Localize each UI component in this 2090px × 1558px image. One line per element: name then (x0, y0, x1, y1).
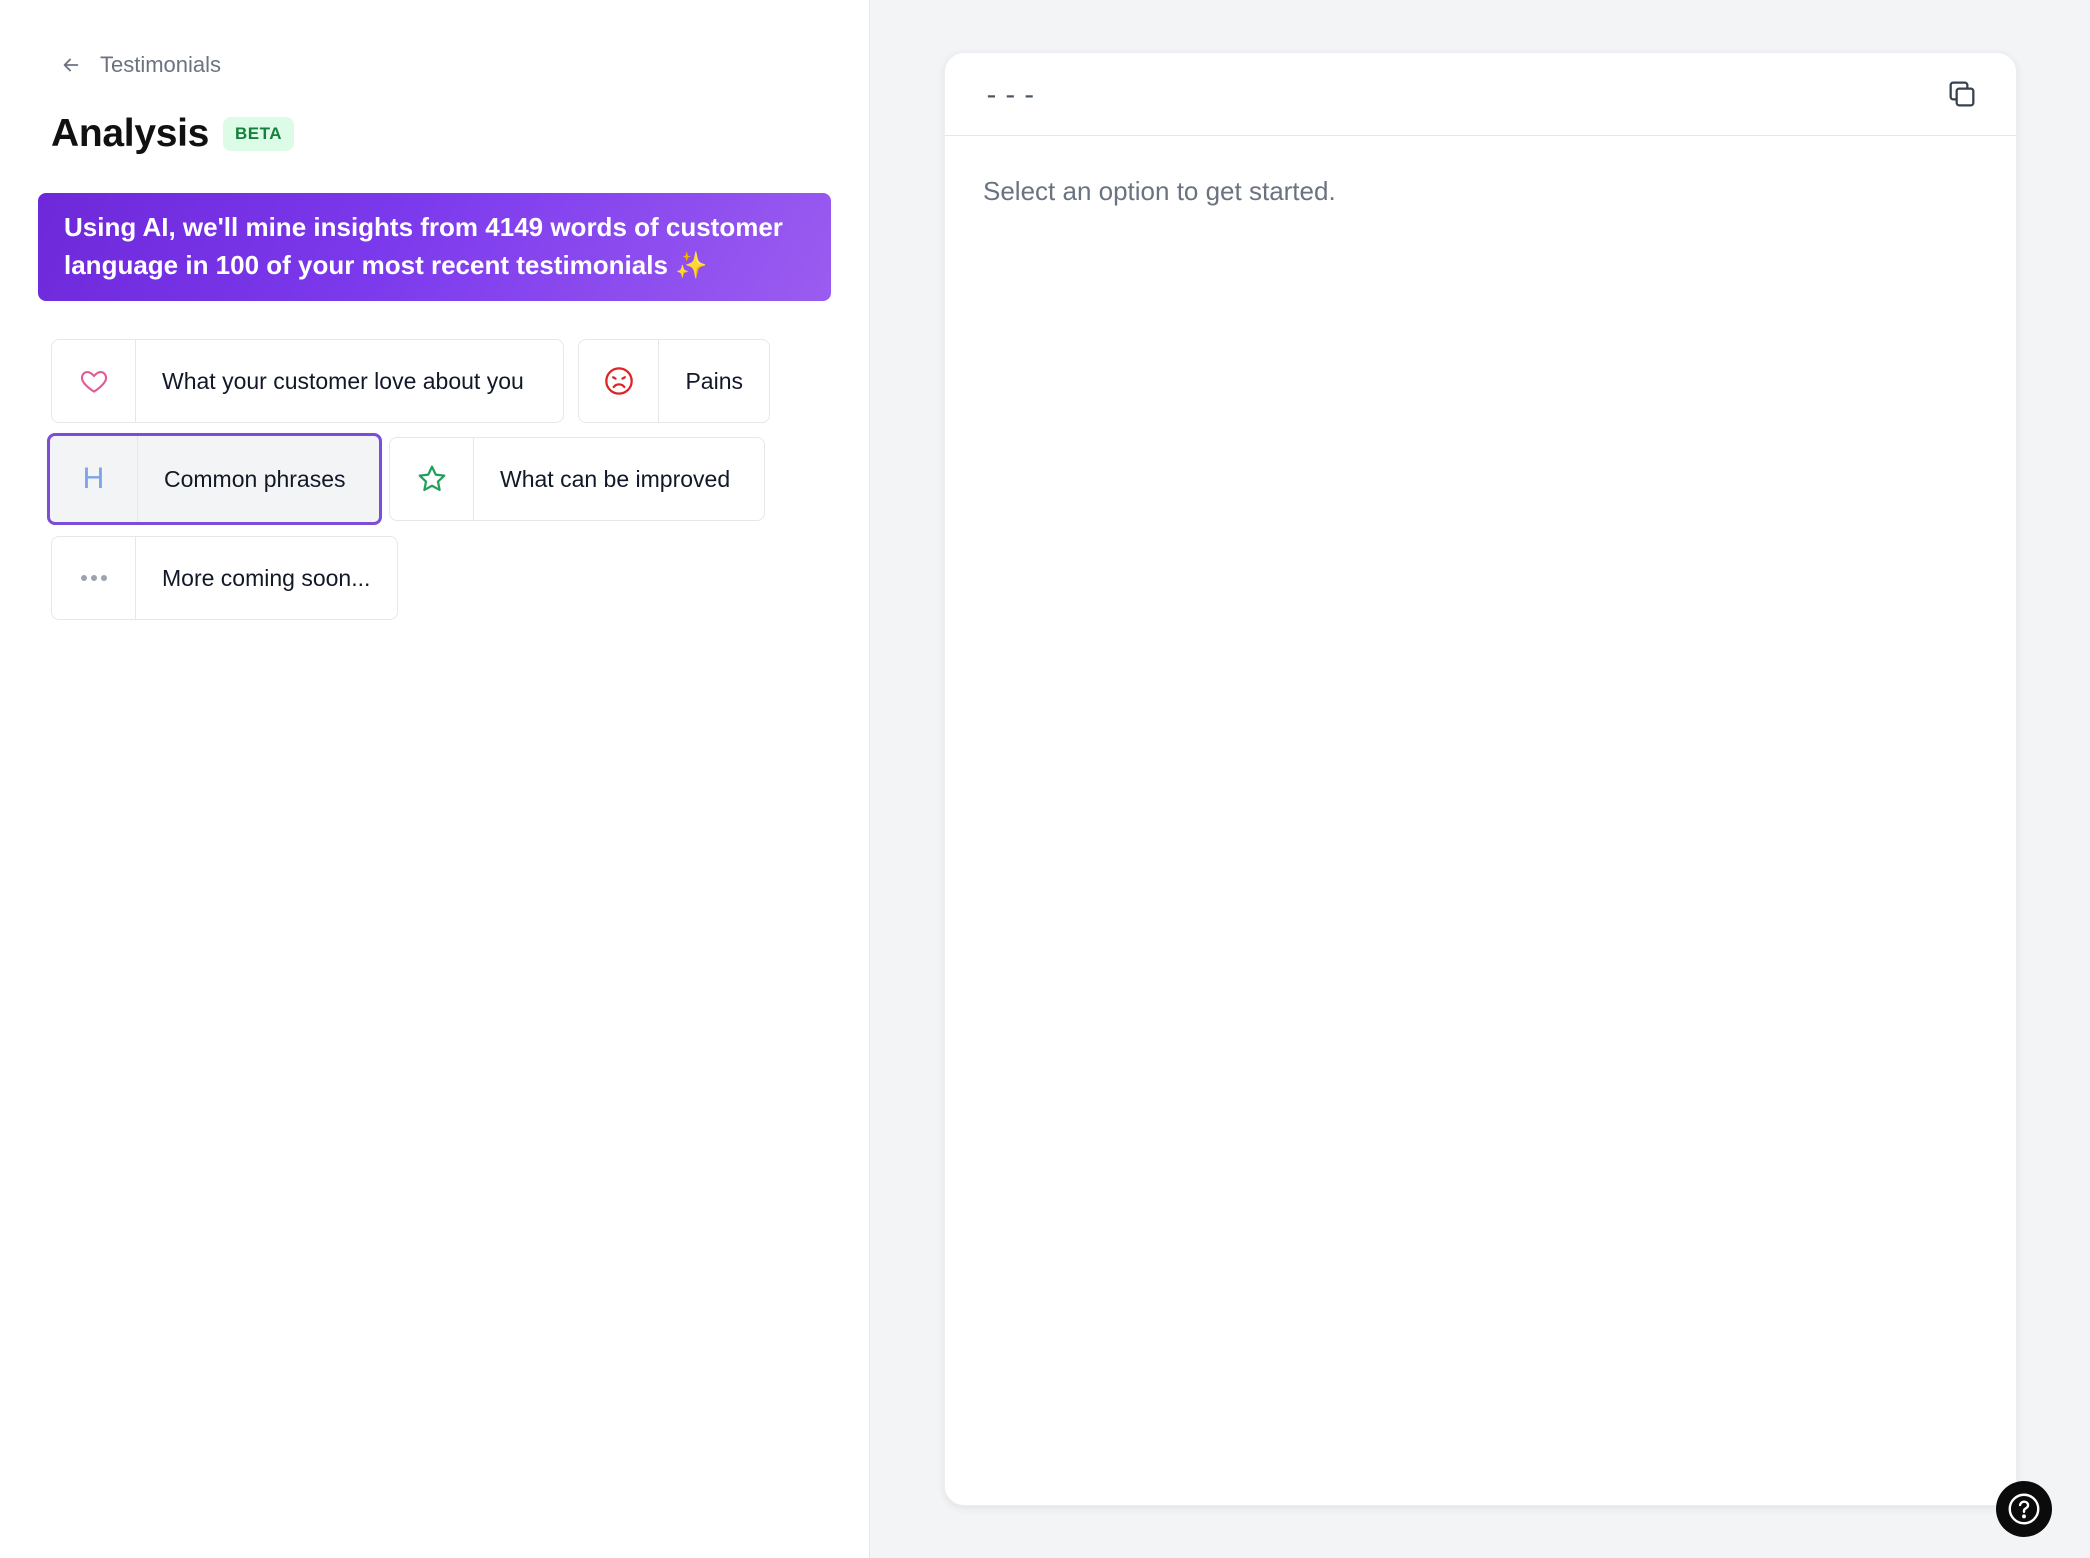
copy-icon (1949, 81, 1975, 107)
result-card-header: --- (945, 53, 2016, 136)
option-phrases-label: Common phrases (164, 465, 346, 492)
option-pains-label: Pains (685, 367, 743, 394)
option-more-label: More coming soon... (162, 564, 371, 591)
beta-badge: BETA (223, 117, 295, 151)
option-love-label: What your customer love about you (162, 367, 524, 394)
frown-icon (604, 367, 633, 395)
option-improve[interactable]: What can be improved (389, 437, 765, 521)
option-improve-icon-cell (390, 438, 474, 520)
back-link-label: Testimonials (100, 52, 222, 77)
star-icon (418, 465, 445, 492)
option-love-icon-cell (52, 340, 136, 422)
arrow-left-icon (63, 58, 79, 72)
option-common-phrases[interactable]: H Common phrases (47, 433, 382, 525)
back-link[interactable]: Testimonials (60, 52, 221, 78)
ai-banner: Using AI, we'll mine insights from 4149 … (38, 193, 831, 301)
option-more[interactable]: More coming soon... (51, 536, 398, 620)
page-title: Analysis (51, 112, 210, 155)
title-row: Analysis BETA (51, 112, 295, 156)
option-love[interactable]: What your customer love about you (51, 339, 564, 423)
help-icon (2008, 1493, 2040, 1525)
left-pane: Testimonials Analysis BETA Using AI, we'… (0, 0, 869, 1558)
option-pains-icon-cell (579, 340, 660, 422)
help-button[interactable] (1996, 1481, 2052, 1537)
result-card: --- Select an option to get started. (944, 52, 2017, 1506)
option-more-icon-cell (52, 537, 136, 619)
heart-icon (80, 370, 107, 393)
result-placeholder: Select an option to get started. (983, 176, 1336, 206)
option-pains[interactable]: Pains (578, 339, 770, 423)
copy-button[interactable] (1944, 76, 1980, 112)
heading-h-icon: H (82, 462, 105, 495)
option-phrases-icon-cell: H (50, 436, 138, 522)
more-dots-icon (80, 575, 107, 581)
result-title: --- (983, 77, 1040, 111)
option-improve-label: What can be improved (500, 465, 731, 492)
